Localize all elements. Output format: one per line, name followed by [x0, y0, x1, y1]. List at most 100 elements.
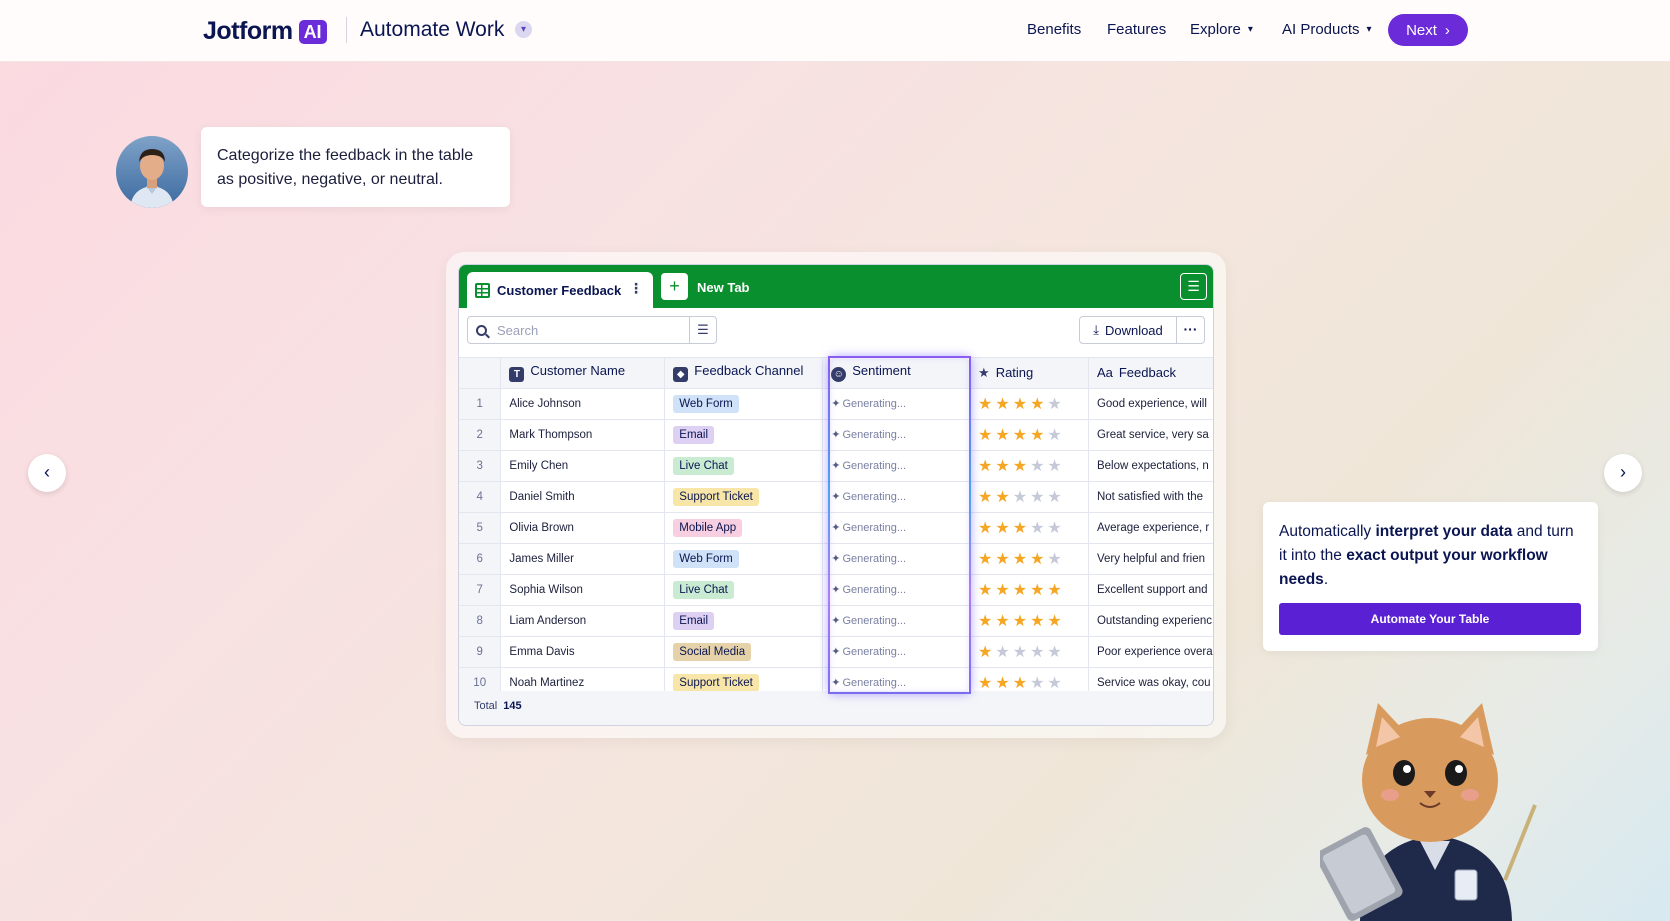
cell-feedback[interactable]: Excellent support and — [1088, 574, 1213, 606]
table-row[interactable]: 7 Sophia Wilson Live Chat ✦ Generating... ★★★… — [459, 574, 1213, 606]
cell-rating[interactable]: ★★★★★ — [969, 574, 1089, 606]
jotform-ai-logo[interactable]: Jotform AI — [203, 17, 327, 46]
cell-feedback-channel[interactable]: Live Chat — [664, 574, 824, 606]
cell-sentiment[interactable]: ✦ Generating... — [822, 543, 971, 575]
table-row[interactable]: 5 Olivia Brown Mobile App ✦ Generating... ★★★… — [459, 512, 1213, 544]
cell-rating[interactable]: ★★★★★ — [969, 605, 1089, 637]
nav-ai-products[interactable]: AI Products ▾ — [1282, 21, 1372, 38]
cell-sentiment[interactable]: ✦ Generating... — [822, 605, 971, 637]
cell-rating[interactable]: ★★★★★ — [969, 419, 1089, 451]
table-row[interactable]: 8 Liam Anderson Email ✦ Generating... ★★★★★ Ou… — [459, 605, 1213, 637]
download-button[interactable]: ⤓ Download — [1079, 316, 1177, 344]
cell-sentiment[interactable]: ✦ Generating... — [822, 419, 971, 451]
cell-sentiment[interactable]: ✦ Generating... — [822, 388, 971, 420]
cell-feedback-channel[interactable]: Social Media — [664, 636, 824, 668]
cell-rating[interactable]: ★★★★★ — [969, 636, 1089, 668]
cell-feedback[interactable]: Very helpful and frien — [1088, 543, 1213, 575]
nav-benefits[interactable]: Benefits — [1027, 21, 1081, 38]
cell-feedback[interactable]: Good experience, will — [1088, 388, 1213, 420]
tab-customer-feedback[interactable]: Customer Feedback ⋮ — [467, 272, 653, 308]
cell-sentiment[interactable]: ✦ Generating... — [822, 512, 971, 544]
more-options-button[interactable]: ··· — [1176, 316, 1205, 344]
cell-feedback-channel[interactable]: Email — [664, 419, 824, 451]
star-rating: ★★★★★ — [978, 396, 1065, 413]
next-button[interactable]: Next › — [1388, 14, 1468, 46]
cell-customer-name[interactable]: James Miller — [500, 543, 666, 575]
column-header-sentiment[interactable]: ☺ Sentiment — [822, 358, 971, 389]
filter-button[interactable]: ☰ — [689, 316, 717, 344]
cell-customer-name[interactable]: Emma Davis — [500, 636, 666, 668]
new-tab-label[interactable]: New Tab — [697, 280, 750, 295]
table-row[interactable]: 4 Daniel Smith Support Ticket ✦ Generating..… — [459, 481, 1213, 513]
channel-chip: Email — [673, 425, 715, 444]
chevron-right-icon: › — [1444, 21, 1450, 39]
generating-status: ✦ Generating... — [831, 615, 906, 627]
cell-feedback[interactable]: Great service, very sa — [1088, 419, 1213, 451]
cell-sentiment[interactable]: ✦ Generating... — [822, 574, 971, 606]
cell-rating[interactable]: ★★★★★ — [969, 388, 1089, 420]
product-title[interactable]: Automate Work — [360, 18, 504, 42]
column-header-feedback-channel[interactable]: ◆ Feedback Channel — [664, 358, 824, 389]
add-tab-button[interactable]: + — [661, 273, 688, 300]
nav-benefits-label: Benefits — [1027, 21, 1082, 38]
column-header-feedback[interactable]: Aa Feedback — [1088, 358, 1213, 389]
cell-feedback[interactable]: Poor experience overa — [1088, 636, 1213, 668]
column-header-customer-name[interactable]: T Customer Name — [500, 358, 666, 389]
cell-feedback-channel[interactable]: Support Ticket — [664, 481, 824, 513]
generating-text: Generating... — [842, 615, 907, 627]
carousel-prev-button[interactable]: ‹ — [28, 454, 66, 492]
cell-feedback-channel[interactable]: Email — [664, 605, 824, 637]
cell-feedback-channel[interactable]: Web Form — [664, 388, 824, 420]
cell-customer-name[interactable]: Olivia Brown — [500, 512, 666, 544]
nav-explore[interactable]: Explore ▾ — [1190, 21, 1253, 38]
table-row[interactable]: 2 Mark Thompson Email ✦ Generating... ★★★★★ Gr… — [459, 419, 1213, 451]
cell-rating[interactable]: ★★★★★ — [969, 512, 1089, 544]
table-row[interactable]: 3 Emily Chen Live Chat ✦ Generating... ★★★★★ B… — [459, 450, 1213, 482]
carousel-next-button[interactable]: › — [1604, 454, 1642, 492]
column-header-rating[interactable]: ★ Rating — [969, 358, 1089, 389]
cell-feedback-channel[interactable]: Mobile App — [664, 512, 824, 544]
channel-chip: Support Ticket — [673, 673, 759, 692]
cell-feedback[interactable]: Average experience, r — [1088, 512, 1213, 544]
cell-customer-name[interactable]: Emily Chen — [500, 450, 666, 482]
cell-feedback-channel[interactable]: Live Chat — [664, 450, 824, 482]
star-icon: ★ — [1047, 395, 1065, 413]
table-row[interactable]: 6 James Miller Web Form ✦ Generating... ★★★★★… — [459, 543, 1213, 575]
cell-feedback[interactable]: Outstanding experienc — [1088, 605, 1213, 637]
text-aa-icon: Aa — [1096, 365, 1113, 381]
cell-customer-name[interactable]: Mark Thompson — [500, 419, 666, 451]
cell-customer-name[interactable]: Sophia Wilson — [500, 574, 666, 606]
search-input[interactable]: Search — [467, 316, 690, 344]
cell-feedback[interactable]: Not satisfied with the — [1088, 481, 1213, 513]
cell-sentiment[interactable]: ✦ Generating... — [822, 481, 971, 513]
table-row[interactable]: 1 Alice Johnson Web Form ✦ Generating... ★★★★… — [459, 388, 1213, 420]
chevron-down-icon[interactable]: ▾ — [515, 21, 532, 38]
cell-customer-name[interactable]: Daniel Smith — [500, 481, 666, 513]
cell-rating[interactable]: ★★★★★ — [969, 450, 1089, 482]
cell-sentiment[interactable]: ✦ Generating... — [822, 450, 971, 482]
generating-status: ✦ Generating... — [831, 584, 906, 596]
star-icon: ★ — [995, 426, 1013, 444]
hamburger-menu-icon[interactable]: ☰ — [1180, 273, 1207, 300]
nav-features[interactable]: Features — [1107, 21, 1166, 38]
star-icon: ★ — [995, 550, 1013, 568]
sparkle-icon: ✦ — [831, 646, 841, 658]
info-text-part: Automatically — [1279, 523, 1376, 540]
channel-chip: Support Ticket — [673, 487, 759, 506]
column-label: Customer Name — [530, 363, 626, 379]
table-row[interactable]: 9 Emma Davis Social Media ✦ Generating... ★★★… — [459, 636, 1213, 668]
nav-features-label: Features — [1107, 21, 1167, 38]
table-grid-icon — [475, 282, 490, 298]
cell-sentiment[interactable]: ✦ Generating... — [822, 636, 971, 668]
star-icon: ★ — [995, 395, 1013, 413]
cell-rating[interactable]: ★★★★★ — [969, 481, 1089, 513]
more-vertical-icon[interactable]: ⋮ — [629, 280, 643, 297]
cell-feedback-channel[interactable]: Web Form — [664, 543, 824, 575]
cell-customer-name[interactable]: Liam Anderson — [500, 605, 666, 637]
cell-customer-name[interactable]: Alice Johnson — [500, 388, 666, 420]
automate-your-table-button[interactable]: Automate Your Table — [1279, 603, 1581, 635]
cell-rating[interactable]: ★★★★★ — [969, 543, 1089, 575]
cell-feedback[interactable]: Below expectations, n — [1088, 450, 1213, 482]
sparkle-icon: ✦ — [831, 584, 841, 596]
generating-status: ✦ Generating... — [831, 553, 906, 565]
